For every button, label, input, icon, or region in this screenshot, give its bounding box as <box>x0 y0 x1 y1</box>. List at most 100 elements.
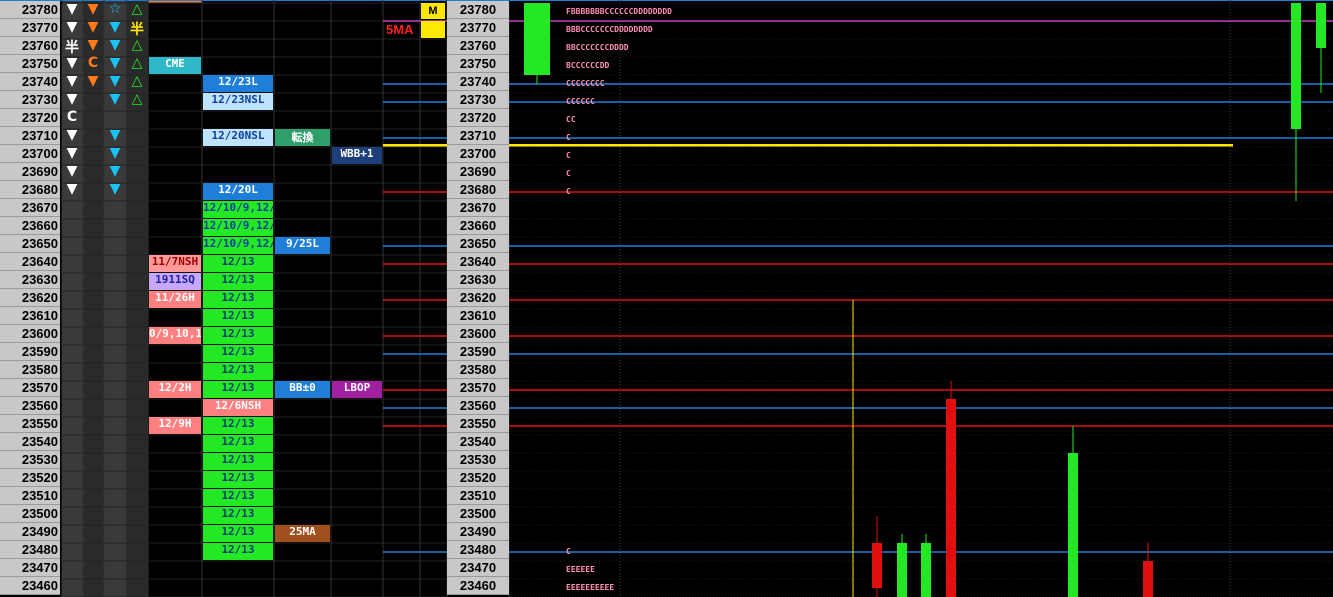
signal-symbol: ▼ <box>109 181 121 197</box>
price-tick: 23590 <box>0 343 60 361</box>
price-tick: 23480 <box>0 541 60 559</box>
level-label: WBB+1 <box>332 147 382 164</box>
level-label: 11/26H <box>149 291 201 308</box>
level-label-1213: 12/13 <box>203 363 273 380</box>
price-tick: 23540 <box>0 433 60 451</box>
signal-symbol: ▼ <box>66 55 78 71</box>
price-tick: 23640 <box>447 253 509 271</box>
signal-symbol: ▼ <box>87 1 99 17</box>
signal-symbol: C <box>87 55 99 71</box>
price-tick: 23510 <box>0 487 60 505</box>
tpo-row: EEEEEE <box>566 565 595 574</box>
price-tick: 23760 <box>0 37 60 55</box>
candle-body <box>921 543 931 597</box>
candle-body <box>1291 3 1301 129</box>
price-tick: 23510 <box>447 487 509 505</box>
level-label-1213: 12/13 <box>203 525 273 542</box>
level-label: 12/6NSH <box>203 399 273 416</box>
price-tick: 23740 <box>447 73 509 91</box>
level-label: 12/10/9,12/ <box>203 237 273 254</box>
level-label: 転換 <box>275 129 330 146</box>
top-border <box>0 0 1333 1</box>
price-tick: 23700 <box>447 145 509 163</box>
price-tick: 23580 <box>0 361 60 379</box>
signal-symbol: ▼ <box>66 145 78 161</box>
candle-body <box>897 543 907 597</box>
price-tick: 23540 <box>447 433 509 451</box>
price-tick: 23560 <box>447 397 509 415</box>
level-label: 12/23NSL <box>203 93 273 110</box>
signal-symbol: ▼ <box>109 55 121 71</box>
signal-symbol: ▼ <box>66 91 78 107</box>
level-label: 0/9,10,1 <box>149 327 201 344</box>
price-tick: 23620 <box>0 289 60 307</box>
signal-symbol: ▼ <box>66 181 78 197</box>
level-label: 1911SQ <box>149 273 201 290</box>
signal-symbol: C <box>66 109 78 125</box>
price-tick: 23750 <box>0 55 60 73</box>
level-label: 12/20NSL <box>203 129 273 146</box>
price-tick: 23740 <box>0 73 60 91</box>
level-label: 12/10/9,12/ <box>203 219 273 236</box>
signal-symbol: ▼ <box>109 127 121 143</box>
candle-body <box>524 3 550 75</box>
price-tick: 23470 <box>447 559 509 577</box>
signal-symbol: ▼ <box>87 73 99 89</box>
tpo-row: C <box>566 547 571 556</box>
tpo-row: C <box>566 151 571 160</box>
candle-body <box>1143 561 1153 597</box>
level-label-1213: 12/13 <box>203 381 273 398</box>
price-tick: 23460 <box>0 577 60 595</box>
level-label: 12/2H <box>149 381 201 398</box>
level-label-1213: 12/13 <box>203 489 273 506</box>
signal-symbol: △ <box>131 1 143 17</box>
price-tick: 23710 <box>447 127 509 145</box>
signal-symbol: ▼ <box>66 19 78 35</box>
level-label-1213: 12/13 <box>203 291 273 308</box>
signal-symbol: ▼ <box>109 37 121 53</box>
signal-symbol: ▼ <box>109 91 121 107</box>
level-label-1213: 12/13 <box>203 543 273 560</box>
level-label: CME <box>149 57 201 74</box>
price-tick: 23570 <box>0 379 60 397</box>
level-label-1213: 12/13 <box>203 507 273 524</box>
price-tick: 23660 <box>0 217 60 235</box>
price-tick: 23610 <box>447 307 509 325</box>
price-tick: 23490 <box>0 523 60 541</box>
price-tick: 23750 <box>447 55 509 73</box>
price-tick: 23630 <box>0 271 60 289</box>
signal-symbol: △ <box>131 91 143 107</box>
price-tick: 23600 <box>447 325 509 343</box>
level-label-1213: 12/13 <box>203 273 273 290</box>
price-tick: 23680 <box>447 181 509 199</box>
price-tick: 23660 <box>447 217 509 235</box>
price-tick: 23650 <box>0 235 60 253</box>
level-label-1213: 12/13 <box>203 435 273 452</box>
price-tick: 23710 <box>0 127 60 145</box>
signal-symbol: ▼ <box>109 73 121 89</box>
price-tick: 23650 <box>447 235 509 253</box>
price-tick: 23550 <box>0 415 60 433</box>
price-tick: 23680 <box>0 181 60 199</box>
price-tick: 23470 <box>0 559 60 577</box>
price-tick: 23620 <box>447 289 509 307</box>
tpo-row: C <box>566 133 571 142</box>
price-tick: 23630 <box>447 271 509 289</box>
price-tick: 23730 <box>447 91 509 109</box>
price-tick: 23590 <box>447 343 509 361</box>
level-label-1213: 12/13 <box>203 345 273 362</box>
signal-symbol: ▼ <box>66 127 78 143</box>
price-tick: 23570 <box>447 379 509 397</box>
signal-symbol: ▼ <box>66 73 78 89</box>
signal-symbol: ▼ <box>66 1 78 17</box>
level-label: 12/20L <box>203 183 273 200</box>
level-label: BB±0 <box>275 381 330 398</box>
tpo-row: CCCCCC <box>566 97 595 106</box>
candle-body <box>946 399 956 597</box>
signal-symbol: ▼ <box>109 163 121 179</box>
tpo-row: C <box>566 187 571 196</box>
signal-symbol: ▼ <box>109 19 121 35</box>
price-tick: 23720 <box>0 109 60 127</box>
price-tick: 23690 <box>0 163 60 181</box>
price-tick: 23770 <box>0 19 60 37</box>
